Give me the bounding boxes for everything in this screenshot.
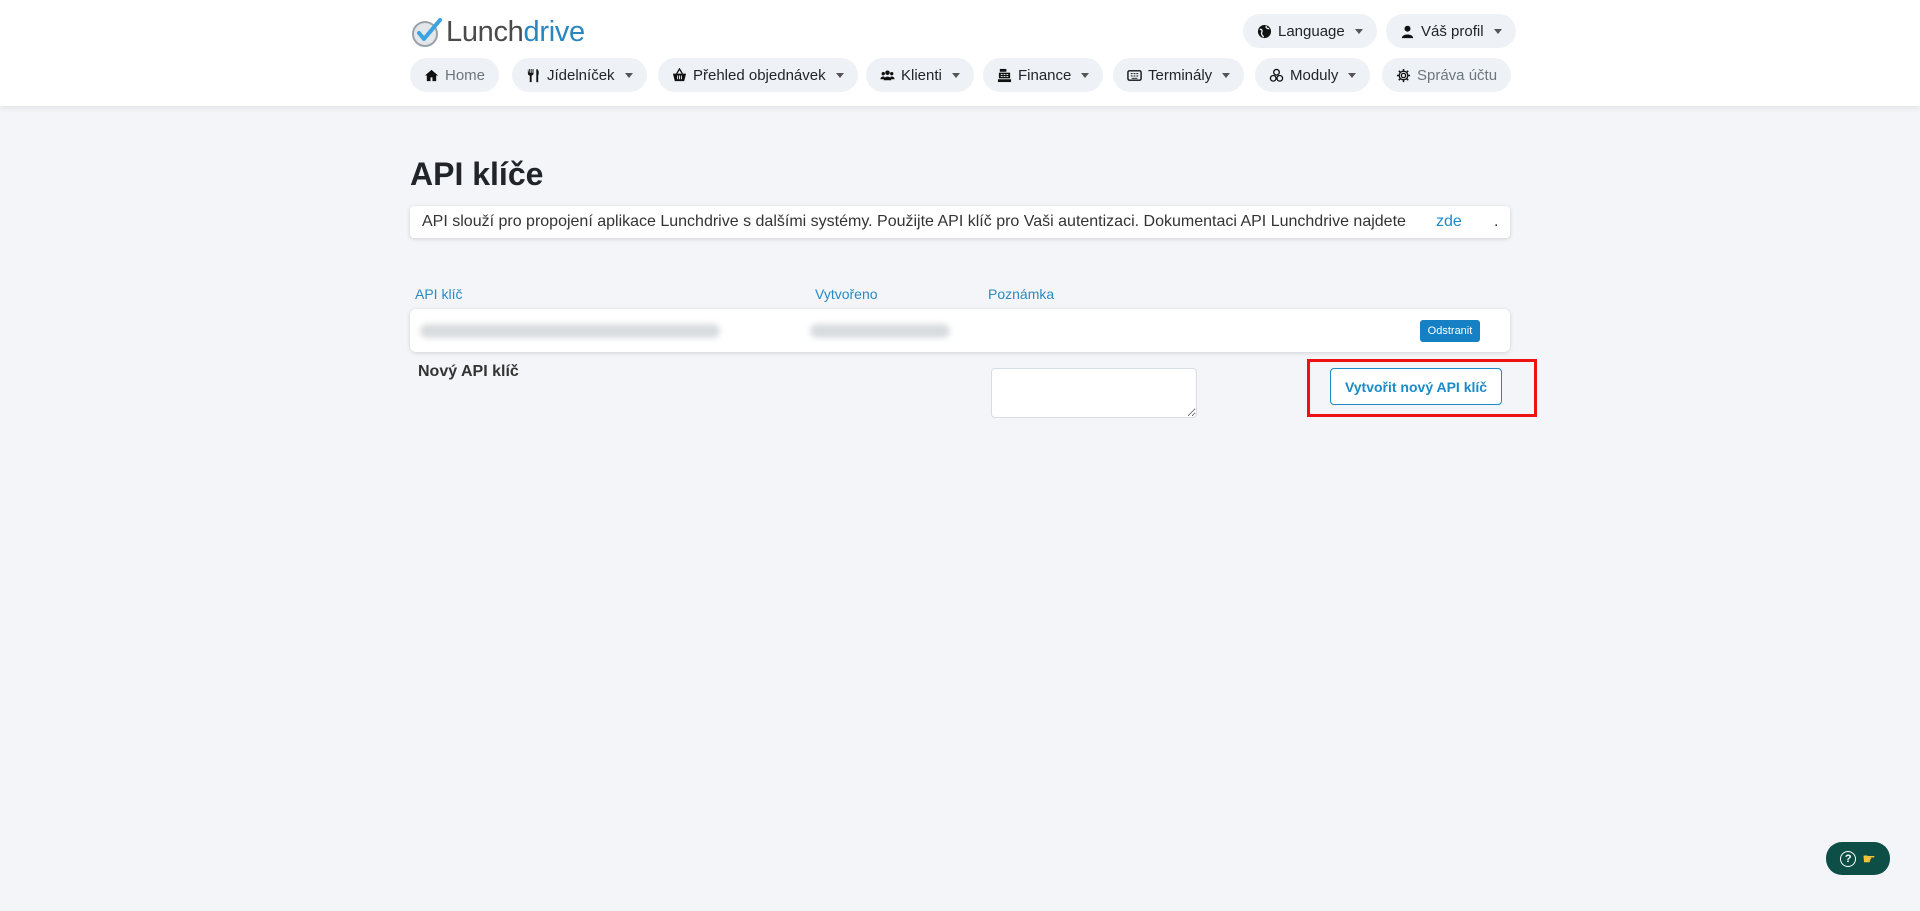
user-icon <box>1401 25 1414 38</box>
nav-moduly-label: Moduly <box>1290 66 1339 84</box>
column-header-created[interactable]: Vytvořeno <box>815 286 878 302</box>
globe-icon <box>1257 24 1272 38</box>
nav-jidelnicek-label: Jídelníček <box>547 66 615 84</box>
home-icon <box>424 69 439 81</box>
question-icon: ? <box>1840 850 1857 867</box>
cash-register-icon <box>997 68 1012 82</box>
profile-dropdown[interactable]: Váš profil <box>1386 14 1516 48</box>
language-dropdown[interactable]: Language <box>1243 14 1377 48</box>
chevron-down-icon <box>835 72 844 78</box>
note-input[interactable] <box>991 368 1197 418</box>
created-value-blurred <box>810 324 950 338</box>
documentation-link[interactable]: zde <box>1436 213 1462 231</box>
chevron-down-icon <box>1348 72 1357 78</box>
cutlery-icon <box>527 68 539 82</box>
delete-button[interactable]: Odstranit <box>1420 320 1480 342</box>
nav-sprava-uctu[interactable]: Správa účtu <box>1382 58 1512 92</box>
profile-label: Váš profil <box>1421 22 1484 40</box>
nav-finance[interactable]: Finance <box>983 58 1104 92</box>
column-header-api-key[interactable]: API klíč <box>415 286 462 302</box>
language-label: Language <box>1278 22 1345 40</box>
chevron-down-icon <box>951 72 960 78</box>
chevron-down-icon <box>1081 72 1090 78</box>
info-box: API slouží pro propojení aplikace Lunchd… <box>410 206 1510 238</box>
nav-home[interactable]: Home <box>410 58 500 92</box>
logo-check-icon <box>412 18 442 47</box>
new-api-key-label: Nový API klíč <box>418 363 519 380</box>
table-row: Odstranit <box>410 309 1510 352</box>
terminal-icon <box>1127 69 1142 81</box>
logo[interactable]: Lunchdrive <box>410 14 585 50</box>
nav-terminaly-label: Terminály <box>1148 66 1213 84</box>
basket-icon <box>672 67 687 81</box>
gear-icon <box>1396 68 1411 82</box>
nav-klienti[interactable]: Klienti <box>866 58 974 92</box>
nav-klienti-label: Klienti <box>901 66 942 84</box>
help-widget[interactable]: ? ☛ <box>1826 842 1890 875</box>
info-end: . <box>1494 213 1499 230</box>
chevron-down-icon <box>624 72 633 78</box>
chevron-down-icon <box>1354 28 1363 34</box>
api-key-value-blurred <box>420 324 720 338</box>
chevron-down-icon <box>1493 28 1502 34</box>
nav-finance-label: Finance <box>1018 66 1072 84</box>
create-api-key-button[interactable]: Vytvořit nový API klíč <box>1330 368 1502 405</box>
nav-sprava-label: Správa účtu <box>1417 66 1498 84</box>
column-header-note[interactable]: Poznámka <box>988 286 1054 302</box>
nav-jidelnicek[interactable]: Jídelníček <box>512 58 647 92</box>
pointing-hand-icon: ☛ <box>1862 850 1876 868</box>
nav-home-label: Home <box>445 66 486 84</box>
chevron-down-icon <box>1222 72 1231 78</box>
page-title: API klíče <box>410 156 544 192</box>
nav-terminaly[interactable]: Terminály <box>1113 58 1245 92</box>
logo-text: Lunchdrive <box>446 15 585 48</box>
nav-moduly[interactable]: Moduly <box>1255 58 1371 92</box>
info-text: API slouží pro propojení aplikace Lunchd… <box>422 213 1406 230</box>
nav-prehled-label: Přehled objednávek <box>693 66 826 84</box>
modules-icon <box>1269 68 1284 82</box>
nav-prehled-objednavek[interactable]: Přehled objednávek <box>658 58 858 92</box>
users-icon <box>880 69 895 80</box>
